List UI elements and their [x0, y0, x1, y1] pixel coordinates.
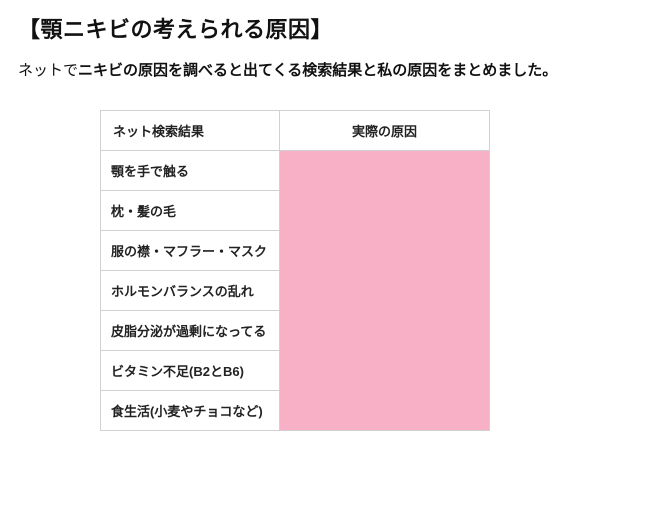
- table-row: 顎を手で触る: [101, 150, 490, 190]
- intro-prefix: ネットで: [18, 62, 78, 79]
- intro-bold: ニキビの原因を調べると出てくる検索結果と私の原因をまとめました。: [78, 62, 557, 79]
- intro-paragraph: ネットでニキビの原因を調べると出てくる検索結果と私の原因をまとめました。: [18, 58, 637, 84]
- causes-table: ネット検索結果 実際の原因 顎を手で触る 枕・髪の毛 服の襟・マフラー・マスク …: [100, 110, 490, 431]
- table-header-row: ネット検索結果 実際の原因: [101, 110, 490, 150]
- cause-cell: 枕・髪の毛: [101, 190, 280, 230]
- cause-cell: 顎を手で触る: [101, 150, 280, 190]
- cause-cell: 皮脂分泌が過剰になってる: [101, 310, 280, 350]
- col-header-net: ネット検索結果: [101, 110, 280, 150]
- page-root: 【顎ニキビの考えられる原因】 ネットでニキビの原因を調べると出てくる検索結果と私…: [0, 0, 655, 505]
- actual-cause-block: [280, 150, 490, 430]
- cause-cell: ホルモンバランスの乱れ: [101, 270, 280, 310]
- causes-table-wrap: ネット検索結果 実際の原因 顎を手で触る 枕・髪の毛 服の襟・マフラー・マスク …: [100, 110, 637, 431]
- col-header-actual: 実際の原因: [280, 110, 490, 150]
- section-heading: 【顎ニキビの考えられる原因】: [18, 12, 637, 44]
- cause-cell: ビタミン不足(B2とB6): [101, 350, 280, 390]
- cause-cell: 服の襟・マフラー・マスク: [101, 230, 280, 270]
- cause-cell: 食生活(小麦やチョコなど): [101, 390, 280, 430]
